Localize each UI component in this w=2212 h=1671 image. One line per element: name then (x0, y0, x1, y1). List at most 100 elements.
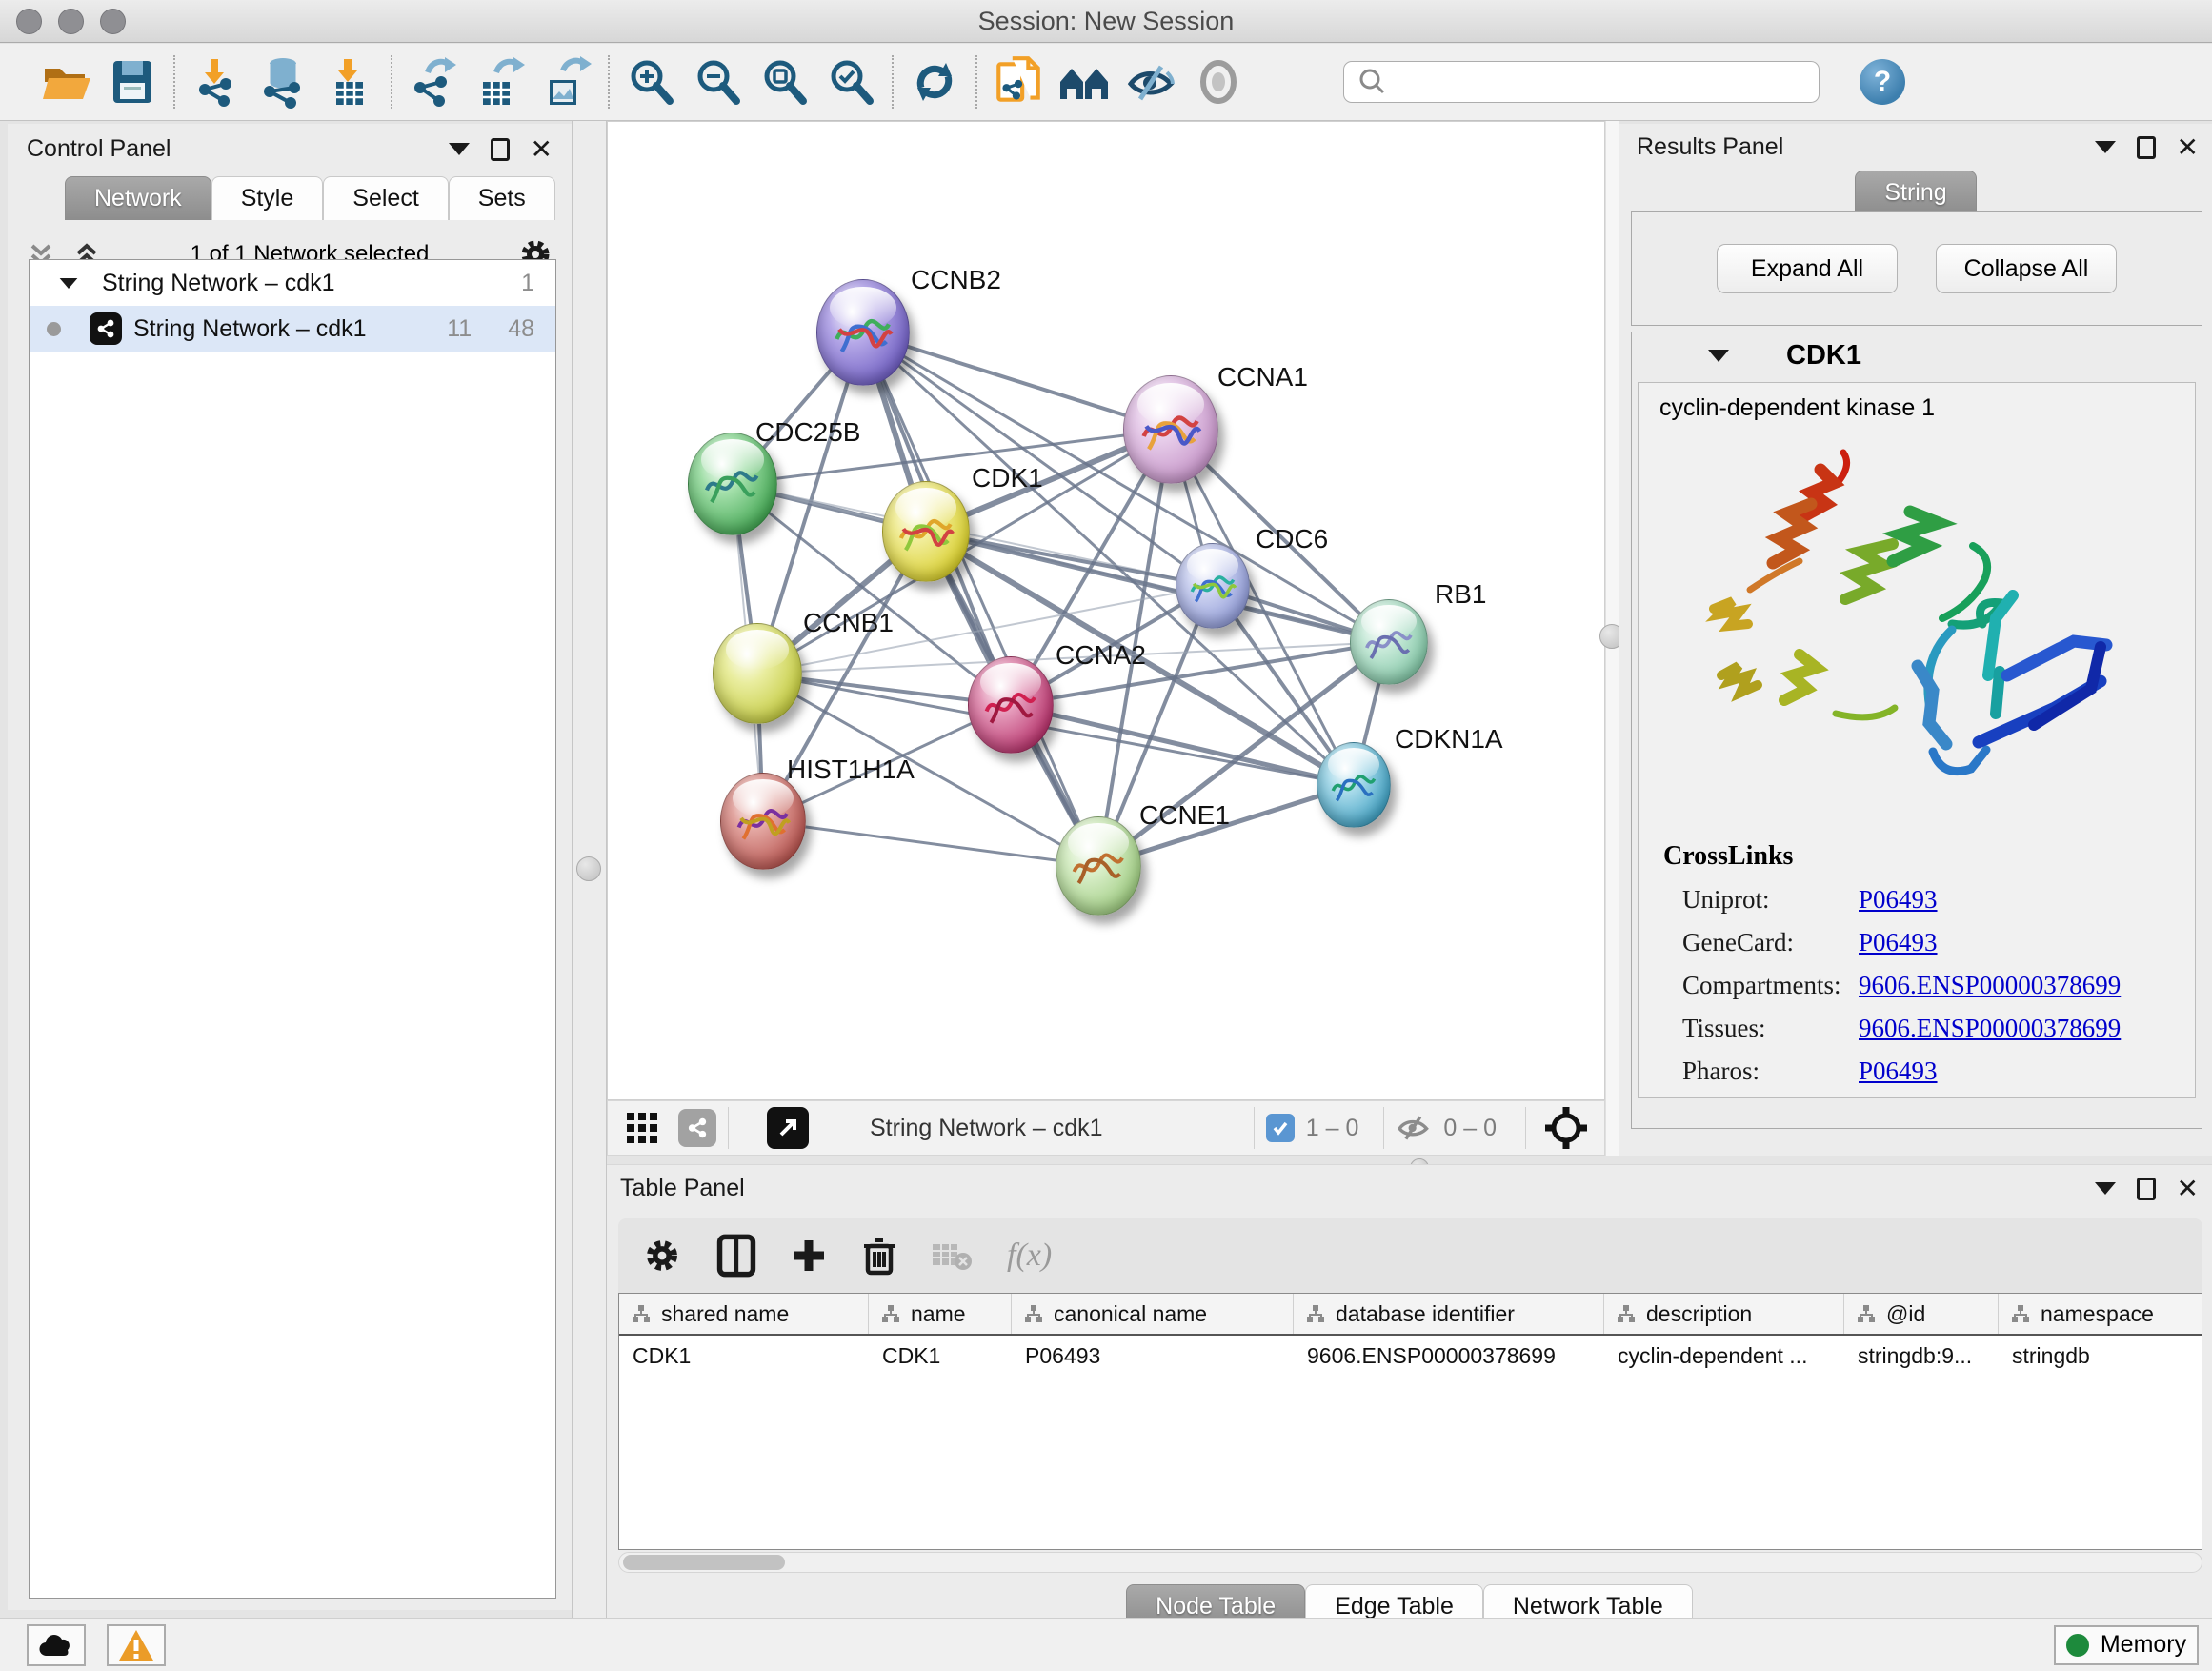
network-collection-row[interactable]: String Network – cdk1 1 (30, 260, 555, 306)
column-header-name[interactable]: name (869, 1294, 1012, 1334)
apply-layout-button[interactable] (901, 50, 968, 113)
zoom-selected-button[interactable] (817, 50, 884, 113)
show-columns-icon[interactable] (715, 1233, 757, 1278)
network-canvas[interactable]: CCNB2CCNA1CDC25BCDK1CDC6RB1CCNB1CCNA2CDK… (607, 121, 1605, 1100)
network-node-hist1h1a[interactable] (720, 773, 806, 870)
search-input[interactable] (1396, 64, 1819, 100)
network-node-ccna2[interactable] (968, 656, 1054, 754)
scrollbar-thumb[interactable] (623, 1555, 785, 1570)
table-cell[interactable]: CDK1 (619, 1343, 869, 1369)
table-cell[interactable]: P06493 (1012, 1343, 1294, 1369)
export-table-button[interactable] (467, 50, 533, 113)
import-network-database-button[interactable] (250, 50, 316, 113)
table-cell[interactable]: stringdb:9... (1844, 1343, 1999, 1369)
crosslink-link[interactable]: P06493 (1859, 885, 1938, 915)
network-edge[interactable] (863, 332, 1098, 866)
search-field[interactable] (1343, 61, 1820, 103)
tab-network[interactable]: Network (65, 176, 211, 220)
table-settings-gear-icon[interactable] (641, 1235, 683, 1277)
warnings-button[interactable] (107, 1624, 166, 1666)
tree-expand-icon[interactable] (60, 277, 78, 288)
column-type-icon (2010, 1303, 2031, 1324)
table-cell[interactable]: stringdb (1999, 1343, 2202, 1369)
node-table[interactable]: shared namenamecanonical namedatabase id… (618, 1293, 2202, 1550)
network-from-clipboard-button[interactable] (985, 50, 1052, 113)
table-cell[interactable]: CDK1 (869, 1343, 1012, 1369)
show-graphics-button[interactable] (1185, 50, 1252, 113)
delete-column-icon[interactable] (860, 1235, 898, 1277)
import-network-file-button[interactable] (183, 50, 250, 113)
network-node-cdc25b[interactable] (688, 433, 777, 535)
network-node-ccna1[interactable] (1123, 375, 1218, 484)
toolbar-separator (608, 55, 610, 109)
crosslink-link[interactable]: 9606.ENSP00000378699 (1859, 971, 2121, 1000)
vertical-splitter[interactable] (572, 121, 607, 1618)
node-label-cdc6: CDC6 (1256, 524, 1328, 554)
add-column-icon[interactable] (790, 1237, 828, 1275)
crosslink-link[interactable]: P06493 (1859, 1057, 1938, 1086)
grid-view-icon[interactable] (623, 1109, 661, 1147)
network-node-cdkn1a[interactable] (1317, 742, 1391, 828)
help-button[interactable]: ? (1860, 59, 1905, 105)
collapse-all-button[interactable]: Collapse All (1936, 244, 2117, 293)
panel-float-icon[interactable] (2137, 136, 2156, 159)
horizontal-scrollbar[interactable] (618, 1552, 2202, 1573)
panel-menu-icon[interactable] (449, 143, 470, 155)
panel-close-icon[interactable]: ✕ (2177, 134, 2199, 161)
panel-close-icon[interactable]: ✕ (2177, 1176, 2199, 1202)
zoom-fit-button[interactable] (751, 50, 817, 113)
tab-string[interactable]: String (1855, 171, 1976, 214)
network-node-ccne1[interactable] (1056, 816, 1141, 916)
network-node-ccnb2[interactable] (816, 279, 910, 386)
string-home-button[interactable] (1052, 50, 1118, 113)
tab-select[interactable]: Select (323, 176, 448, 220)
crosslink-link[interactable]: P06493 (1859, 928, 1938, 957)
splitter-handle[interactable] (576, 856, 601, 881)
right-splitter[interactable] (1605, 121, 1619, 1156)
panel-close-icon[interactable]: ✕ (531, 136, 553, 163)
column-header-database-identifier[interactable]: database identifier (1294, 1294, 1604, 1334)
tab-sets[interactable]: Sets (449, 176, 555, 220)
panel-menu-icon[interactable] (2095, 1182, 2116, 1195)
network-node-rb1[interactable] (1350, 599, 1428, 685)
network-edge[interactable] (1011, 705, 1354, 785)
column-header-canonical-name[interactable]: canonical name (1012, 1294, 1294, 1334)
cloud-button[interactable] (27, 1624, 86, 1666)
hide-graphics-button[interactable] (1118, 50, 1185, 113)
panel-float-icon[interactable] (491, 138, 510, 161)
network-edge[interactable] (763, 821, 1098, 866)
column-header-shared-name[interactable]: shared name (619, 1294, 869, 1334)
zoom-in-button[interactable] (617, 50, 684, 113)
expand-all-button[interactable]: Expand All (1717, 244, 1898, 293)
network-node-cdc6[interactable] (1176, 543, 1250, 629)
network-edges (608, 122, 1605, 1100)
export-network-button[interactable] (400, 50, 467, 113)
entry-collapse-icon[interactable] (1708, 350, 1729, 362)
column-header-description[interactable]: description (1604, 1294, 1844, 1334)
birds-eye-icon[interactable] (1543, 1105, 1589, 1151)
save-session-button[interactable] (99, 50, 166, 113)
table-cell[interactable]: cyclin-dependent ... (1604, 1343, 1844, 1369)
share-view-icon[interactable] (678, 1109, 716, 1147)
export-image-button[interactable] (533, 50, 600, 113)
table-row[interactable]: CDK1CDK1P064939606.ENSP00000378699cyclin… (619, 1336, 2202, 1376)
memory-button[interactable]: Memory (2054, 1625, 2199, 1665)
panel-menu-icon[interactable] (2095, 141, 2116, 153)
network-node-ccnb1[interactable] (713, 623, 802, 724)
network-row[interactable]: String Network – cdk1 11 48 (30, 306, 555, 352)
open-session-button[interactable] (32, 50, 99, 113)
toolbar-separator (1254, 1107, 1255, 1149)
detach-view-icon[interactable] (767, 1107, 809, 1149)
network-node-cdk1[interactable] (882, 481, 970, 582)
zoom-out-button[interactable] (684, 50, 751, 113)
refresh-icon (908, 55, 961, 109)
node-label-ccnb1: CCNB1 (803, 608, 894, 638)
column-header-namespace[interactable]: namespace (1999, 1294, 2202, 1334)
import-table-file-button[interactable] (316, 50, 383, 113)
table-cell[interactable]: 9606.ENSP00000378699 (1294, 1343, 1604, 1369)
column-header-@id[interactable]: @id (1844, 1294, 1999, 1334)
panel-float-icon[interactable] (2137, 1178, 2156, 1200)
crosslink-link[interactable]: 9606.ENSP00000378699 (1859, 1014, 2121, 1043)
tab-style[interactable]: Style (211, 176, 324, 220)
selected-checkbox-icon[interactable] (1266, 1114, 1295, 1142)
